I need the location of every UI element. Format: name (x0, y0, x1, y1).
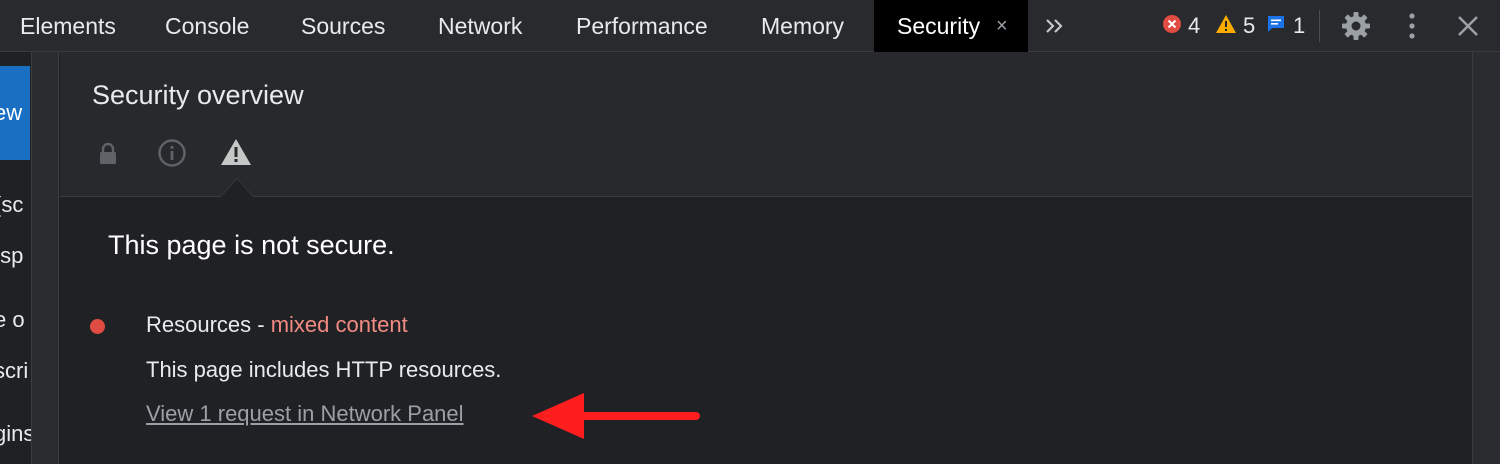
sidebar-resizer[interactable] (31, 52, 59, 464)
resources-description: This page includes HTTP resources. (146, 357, 502, 382)
tab-sources[interactable]: Sources (301, 0, 385, 52)
mixed-content-status: mixed content (270, 312, 408, 337)
error-counter[interactable]: 4 (1162, 0, 1212, 52)
message-count: 1 (1293, 13, 1306, 38)
sidebar-item-origin[interactable]: e o (0, 307, 25, 333)
tab-console[interactable]: Console (165, 0, 249, 52)
security-panel: Security overview This page is not secur… (60, 52, 1472, 464)
view-in-network-panel-link[interactable]: View 1 request in Network Panel (146, 401, 464, 427)
sidebar-item-origin[interactable]: gins (0, 421, 31, 447)
left-sidebar-clipped: ew (sc /sp e o scri gins (0, 52, 31, 464)
security-summary: This page is not secure. (108, 230, 395, 260)
message-counter[interactable]: 1 (1266, 0, 1316, 52)
info-icon (158, 139, 186, 167)
devtools-tabbar: Elements Console Sources Network Perform… (0, 0, 1500, 52)
sidebar-item-origin[interactable]: scri (0, 358, 28, 384)
page-title: Security overview (92, 80, 304, 110)
warning-counter[interactable]: 5 (1215, 0, 1265, 52)
chevron-double-right-icon[interactable] (1043, 12, 1067, 40)
resources-label: Resources - (146, 312, 271, 337)
security-overview-header: Security overview (60, 52, 1472, 197)
error-count: 4 (1188, 13, 1201, 38)
kebab-icon[interactable] (1404, 10, 1420, 42)
panel-scrollbar[interactable] (1472, 52, 1500, 464)
warning-triangle-icon (221, 139, 251, 165)
gear-icon[interactable] (1340, 10, 1372, 42)
toolbar-divider (1319, 10, 1320, 42)
tab-elements[interactable]: Elements (20, 0, 116, 52)
lock-icon (100, 142, 116, 164)
sidebar-item-origin[interactable]: (sc (0, 192, 23, 218)
message-icon (1268, 16, 1284, 32)
annotation-arrow-icon (532, 393, 700, 439)
close-icon[interactable] (1455, 12, 1481, 40)
tab-security[interactable]: Security × (874, 0, 1028, 52)
sidebar-item-origin[interactable]: /sp (0, 243, 23, 269)
error-status-dot (90, 319, 105, 334)
resources-heading: Resources - mixed content (146, 312, 408, 338)
tab-performance[interactable]: Performance (576, 0, 708, 52)
tab-close-icon[interactable]: × (996, 0, 1008, 52)
warning-icon (1216, 15, 1236, 33)
tab-memory[interactable]: Memory (761, 0, 844, 52)
sidebar-item-overview[interactable]: ew (0, 66, 30, 160)
tab-network[interactable]: Network (438, 0, 522, 52)
warning-count: 5 (1243, 13, 1256, 38)
error-icon (1163, 15, 1181, 33)
tab-security-label: Security (897, 13, 981, 39)
